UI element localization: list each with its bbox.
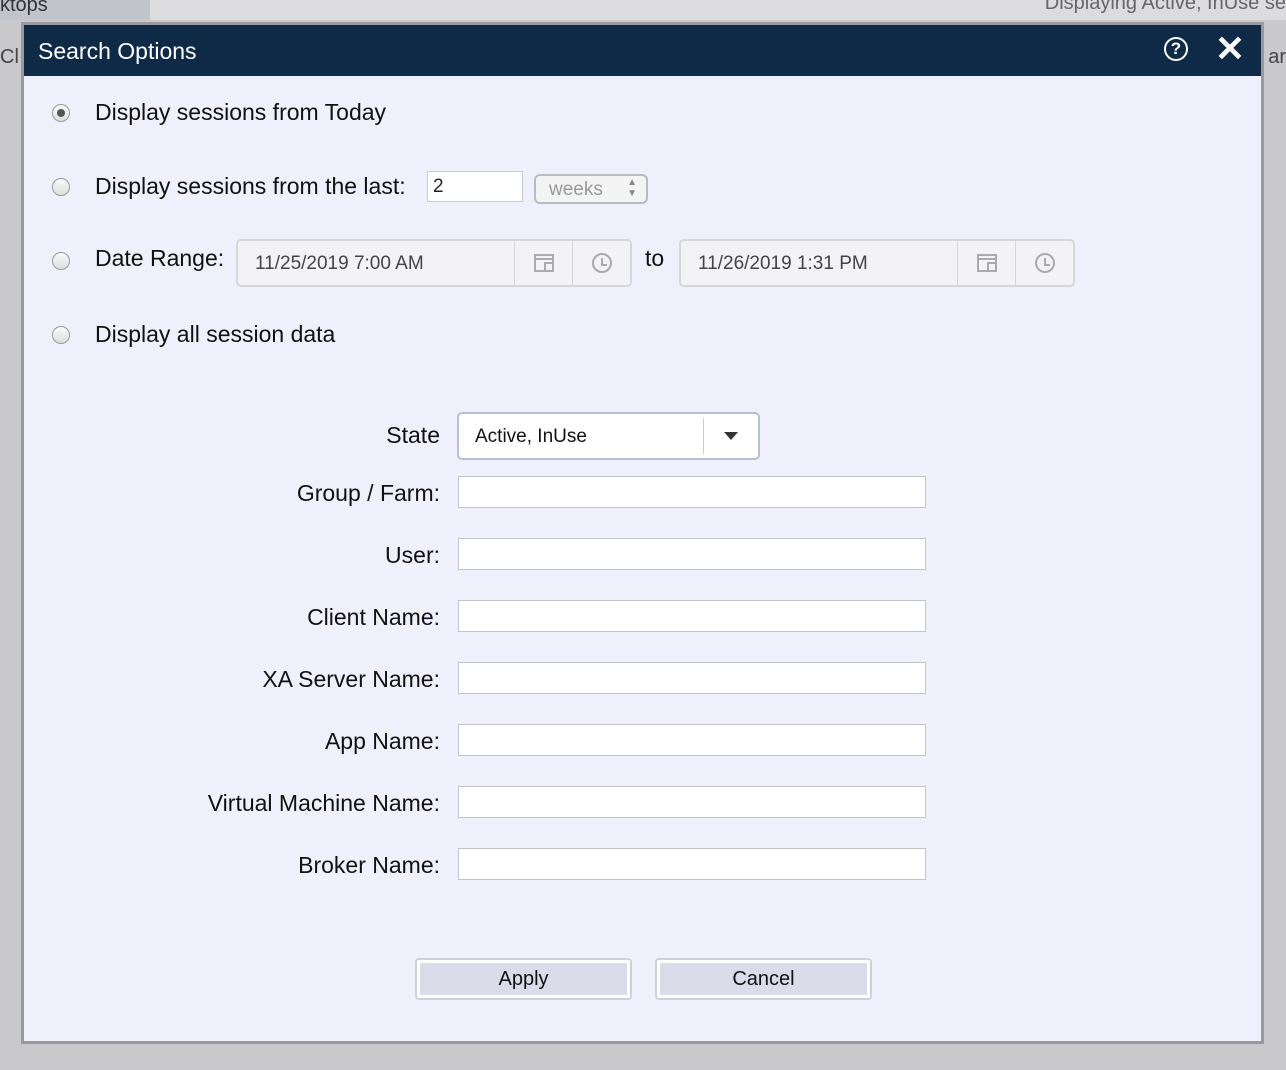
last-unit-select[interactable]: weeks ▲ ▼ (534, 174, 648, 204)
dialog-title: Search Options (38, 38, 197, 64)
radio-date-range[interactable] (52, 252, 70, 270)
range-to-calendar-button[interactable] (957, 241, 1016, 285)
dialog-titlebar: Search Options ? ✕ (24, 25, 1261, 76)
last-unit-value: weeks (549, 179, 603, 200)
range-from-time-button[interactable] (572, 241, 631, 285)
cancel-button-label: Cancel (660, 963, 867, 995)
vm-name-field[interactable] (458, 786, 926, 818)
close-icon[interactable]: ✕ (1212, 31, 1248, 67)
clock-icon (592, 253, 612, 273)
client-name-field[interactable] (458, 600, 926, 632)
clock-icon (1035, 253, 1055, 273)
range-to-time-button[interactable] (1015, 241, 1074, 285)
radio-all[interactable] (52, 326, 70, 344)
xa-server-name-field[interactable] (458, 662, 926, 694)
calendar-icon (977, 254, 997, 272)
state-select-divider (703, 418, 704, 454)
background-right-fragment: ar (1268, 46, 1286, 68)
option-today-label: Display sessions from Today (95, 99, 387, 125)
broker-name-field[interactable] (458, 848, 926, 880)
radio-last[interactable] (52, 178, 70, 196)
range-from-value: 11/25/2019 7:00 AM (255, 253, 424, 274)
app-name-label: App Name: (324, 728, 440, 754)
state-select[interactable]: Active, InUse (457, 412, 760, 460)
option-all-label: Display all session data (95, 321, 336, 347)
chevron-down-icon[interactable] (724, 432, 738, 440)
radio-today[interactable] (52, 104, 70, 122)
help-icon[interactable]: ? (1164, 37, 1188, 61)
client-name-label: Client Name: (307, 604, 440, 630)
state-value: Active, InUse (475, 426, 587, 447)
background-status-text: Displaying Active, InUse se (1044, 0, 1286, 14)
background-left-fragment: Cl (0, 46, 19, 68)
updown-arrows-icon: ▲ ▼ (627, 177, 637, 199)
user-label: User: (385, 542, 440, 568)
range-to-value: 11/26/2019 1:31 PM (698, 253, 868, 274)
option-last-label: Display sessions from the last: (95, 173, 406, 199)
app-name-field[interactable] (458, 724, 926, 756)
xa-server-name-label: XA Server Name: (262, 666, 440, 692)
broker-name-label: Broker Name: (298, 852, 440, 878)
apply-button[interactable]: Apply (415, 958, 632, 1000)
user-field[interactable] (458, 538, 926, 570)
option-date-range-label: Date Range: (95, 245, 225, 271)
background-tab-label: ktops (0, 0, 48, 16)
vm-name-label: Virtual Machine Name: (207, 790, 440, 816)
apply-button-label: Apply (420, 963, 627, 995)
cancel-button[interactable]: Cancel (655, 958, 872, 1000)
range-to-label: to (645, 245, 665, 271)
group-farm-field[interactable] (458, 476, 926, 508)
range-from-picker[interactable]: 11/25/2019 7:00 AM (236, 239, 632, 287)
calendar-icon (534, 254, 554, 272)
background-tab[interactable]: ktops (0, 0, 150, 20)
group-farm-label: Group / Farm: (296, 480, 440, 506)
state-label: State (386, 422, 440, 448)
range-from-calendar-button[interactable] (514, 241, 573, 285)
last-count-input[interactable] (427, 171, 523, 202)
search-options-dialog: Search Options ? ✕ Display sessions from… (21, 22, 1264, 1044)
range-to-picker[interactable]: 11/26/2019 1:31 PM (679, 239, 1075, 287)
